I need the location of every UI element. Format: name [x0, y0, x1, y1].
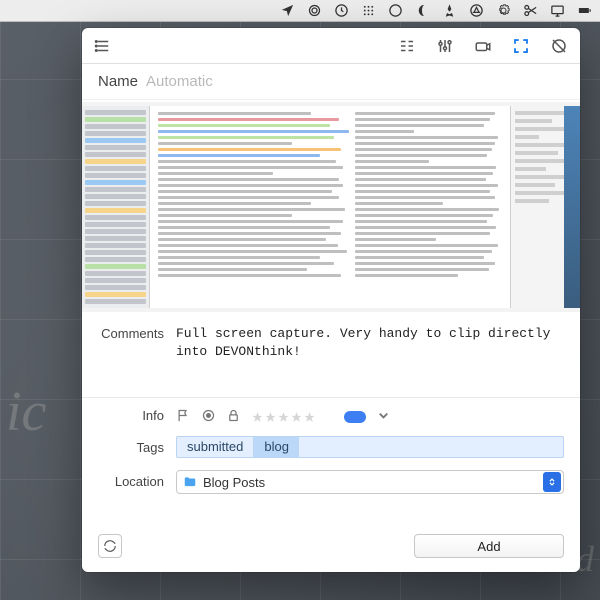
target-icon[interactable] — [548, 35, 570, 57]
rating-stars[interactable] — [251, 411, 316, 424]
chevron-down-icon[interactable] — [376, 408, 391, 426]
rocket-icon[interactable] — [441, 3, 457, 19]
crescent-icon[interactable] — [414, 3, 430, 19]
gear-icon[interactable] — [495, 3, 511, 19]
display-icon[interactable] — [549, 3, 565, 19]
activity-icon[interactable] — [387, 3, 403, 19]
tags-label: Tags — [98, 436, 176, 460]
clipper-panel: Name Automatic — [82, 28, 580, 572]
color-label-pill[interactable] — [344, 411, 366, 423]
clock-icon[interactable] — [333, 3, 349, 19]
list-view-icon[interactable] — [92, 35, 114, 57]
macos-menubar — [0, 0, 600, 22]
location-label: Location — [98, 470, 176, 494]
tag-chip[interactable]: submitted — [177, 437, 253, 457]
location-value: Blog Posts — [203, 475, 265, 490]
capture-preview — [82, 102, 580, 312]
comments-field[interactable] — [176, 322, 564, 382]
name-placeholder: Automatic — [146, 73, 213, 90]
name-label: Name — [98, 73, 138, 90]
name-row[interactable]: Name Automatic — [82, 64, 580, 100]
tags-field[interactable]: submitted blog — [176, 436, 564, 458]
divider — [82, 397, 580, 398]
location-select[interactable]: Blog Posts — [176, 470, 564, 494]
select-stepper-icon[interactable] — [543, 472, 561, 492]
clipper-toolbar — [82, 28, 580, 64]
sliders-icon[interactable] — [434, 35, 456, 57]
location-icon[interactable] — [279, 3, 295, 19]
flag-icon[interactable] — [176, 408, 191, 426]
tags-row: Tags submitted blog — [98, 436, 564, 460]
add-button[interactable]: Add — [414, 534, 564, 558]
spiral-icon[interactable] — [306, 3, 322, 19]
info-row: Info — [98, 404, 564, 430]
tag-chip[interactable]: blog — [253, 437, 299, 457]
folder-icon — [183, 475, 197, 489]
refresh-button[interactable] — [98, 534, 122, 558]
location-row: Location Blog Posts — [98, 470, 564, 494]
record-icon[interactable] — [201, 408, 216, 426]
info-label: Info — [98, 404, 176, 428]
camera-icon[interactable] — [472, 35, 494, 57]
indent-icon[interactable] — [396, 35, 418, 57]
scissors-icon[interactable] — [522, 3, 538, 19]
comments-label: Comments — [98, 322, 176, 346]
battery-icon[interactable] — [576, 3, 592, 19]
grid-icon[interactable] — [360, 3, 376, 19]
lock-icon[interactable] — [226, 408, 241, 426]
wallpaper-text: ic — [6, 380, 46, 444]
comments-row: Comments — [98, 322, 564, 385]
fullscreen-capture-icon[interactable] — [510, 35, 532, 57]
appstore-icon[interactable] — [468, 3, 484, 19]
panel-footer: Add — [98, 514, 564, 558]
